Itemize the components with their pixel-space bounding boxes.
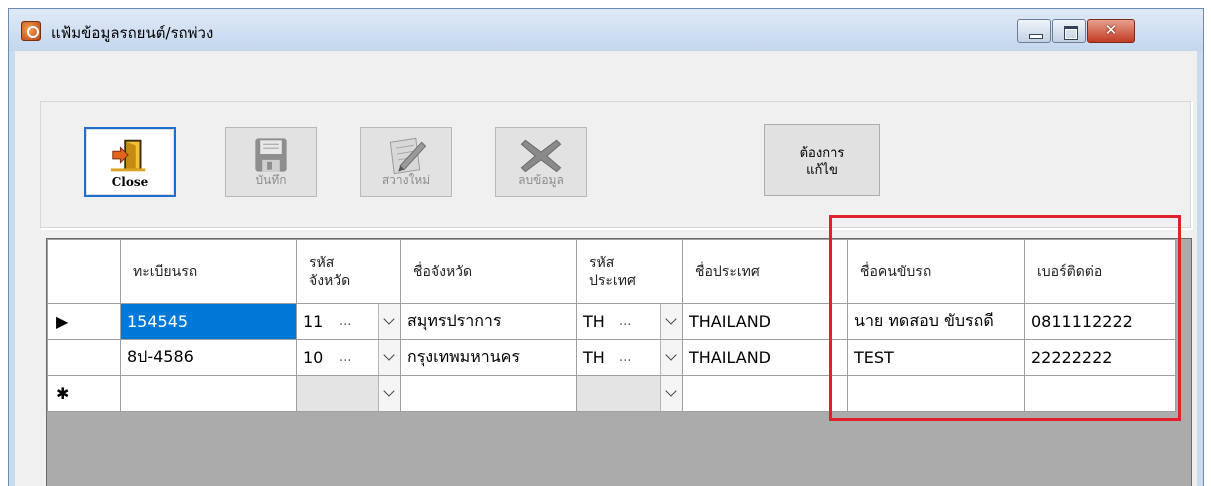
app-icon bbox=[21, 21, 41, 41]
col-header-plate[interactable]: ทะเบียนรถ bbox=[120, 239, 297, 304]
cell-country-name[interactable] bbox=[682, 375, 848, 412]
province-code-value: 10 bbox=[303, 348, 324, 367]
cell-plate[interactable] bbox=[120, 375, 297, 412]
grid-table: ทะเบียนรถ รหัส จังหวัด ชื่อจังหวัด รหัส … bbox=[47, 239, 1176, 412]
delete-x-icon bbox=[520, 139, 562, 173]
cell-phone[interactable] bbox=[1024, 375, 1176, 412]
col-header-country-code-line2: ประเทศ bbox=[589, 272, 636, 289]
row-indicator[interactable]: ▶ bbox=[47, 303, 121, 340]
cell-country-code[interactable] bbox=[576, 375, 683, 412]
country-code-ellipsis: ... bbox=[619, 350, 632, 365]
country-code-value: TH bbox=[583, 312, 605, 331]
province-code-value: 11 bbox=[303, 312, 324, 331]
cell-country-name[interactable]: THAILAND bbox=[682, 303, 848, 340]
cell-plate[interactable]: 154545 bbox=[120, 303, 297, 340]
chevron-down-icon[interactable] bbox=[378, 304, 400, 339]
close-button[interactable]: Close bbox=[84, 127, 176, 197]
chevron-down-icon[interactable] bbox=[378, 340, 400, 375]
row-indicator[interactable] bbox=[47, 339, 121, 376]
save-button[interactable]: บันทึก bbox=[225, 127, 317, 197]
col-header-country-code-line1: รหัส bbox=[589, 254, 615, 271]
col-header-province-code-line2: จังหวัด bbox=[309, 272, 351, 289]
close-button-label: Close bbox=[111, 175, 149, 189]
cell-country-name[interactable]: THAILAND bbox=[682, 339, 848, 376]
cell-driver[interactable]: นาย ทดสอบ ขับรถดี bbox=[847, 303, 1025, 340]
clear-button-label: สวางใหม่ bbox=[381, 173, 431, 187]
cell-province-name[interactable]: สมุทรปราการ bbox=[400, 303, 577, 340]
cell-province-name[interactable] bbox=[400, 375, 577, 412]
cell-country-code[interactable]: TH ... bbox=[576, 303, 683, 340]
minimize-button[interactable] bbox=[1017, 19, 1051, 43]
new-row-indicator[interactable]: ✱ bbox=[47, 375, 121, 412]
col-header-province-code[interactable]: รหัส จังหวัด bbox=[296, 239, 401, 304]
cell-driver[interactable]: TEST bbox=[847, 339, 1025, 376]
app-window: แฟ้มข้อมูลรถยนต์/รถพ่วง Close bbox=[8, 8, 1204, 486]
col-header-country-code[interactable]: รหัส ประเทศ bbox=[576, 239, 683, 304]
table-row: ▶ 154545 11 ... สมุทรปราการ TH ... THAIL… bbox=[47, 303, 1176, 340]
cell-country-code[interactable]: TH ... bbox=[576, 339, 683, 376]
col-header-province-name[interactable]: ชื่อจังหวัด bbox=[400, 239, 577, 304]
exit-door-icon bbox=[110, 139, 146, 172]
title-bar[interactable]: แฟ้มข้อมูลรถยนต์/รถพ่วง bbox=[9, 9, 1203, 51]
window-title: แฟ้มข้อมูลรถยนต์/รถพ่วง bbox=[51, 24, 214, 42]
cell-plate[interactable]: 8ป-4586 bbox=[120, 339, 297, 376]
toolbar-group: Close บันทึก สวางใหม่ ลบข้อมูล ต้องการ แ… bbox=[40, 101, 1192, 229]
chevron-down-icon[interactable] bbox=[378, 376, 400, 411]
edit-label-line2: แก้ไข bbox=[806, 163, 838, 178]
row-header-corner bbox=[47, 239, 121, 304]
chevron-down-icon[interactable] bbox=[660, 376, 682, 411]
province-code-ellipsis: ... bbox=[339, 314, 352, 329]
cell-province-code[interactable]: 10 ... bbox=[296, 339, 401, 376]
col-header-country-name[interactable]: ชื่อประเทศ bbox=[682, 239, 848, 304]
chevron-down-icon[interactable] bbox=[660, 304, 682, 339]
delete-button-label: ลบข้อมูล bbox=[518, 173, 564, 187]
country-code-ellipsis: ... bbox=[619, 314, 632, 329]
edit-label-line1: ต้องการ bbox=[799, 146, 845, 161]
chevron-down-icon[interactable] bbox=[660, 340, 682, 375]
pencil-paper-icon bbox=[389, 137, 427, 174]
delete-button[interactable]: ลบข้อมูล bbox=[495, 127, 587, 197]
edit-button[interactable]: ต้องการ แก้ไข bbox=[764, 124, 880, 196]
table-row: 8ป-4586 10 ... กรุงเทพมหานคร TH ... THAI… bbox=[47, 339, 1176, 376]
cell-province-code[interactable] bbox=[296, 375, 401, 412]
maximize-button[interactable] bbox=[1052, 19, 1086, 43]
edit-button-label: ต้องการ แก้ไข bbox=[765, 145, 879, 179]
grid-header-row: ทะเบียนรถ รหัส จังหวัด ชื่อจังหวัด รหัส … bbox=[47, 239, 1176, 304]
cell-province-name[interactable]: กรุงเทพมหานคร bbox=[400, 339, 577, 376]
country-code-value: TH bbox=[583, 348, 605, 367]
cell-driver[interactable] bbox=[847, 375, 1025, 412]
province-code-ellipsis: ... bbox=[339, 350, 352, 365]
col-header-driver[interactable]: ชื่อคนขับรถ bbox=[847, 239, 1025, 304]
cell-province-code[interactable]: 11 ... bbox=[296, 303, 401, 340]
clear-button[interactable]: สวางใหม่ bbox=[360, 127, 452, 197]
floppy-disk-icon bbox=[255, 138, 287, 172]
cell-phone[interactable]: 22222222 bbox=[1024, 339, 1176, 376]
cell-phone[interactable]: 0811112222 bbox=[1024, 303, 1176, 340]
form-client-area: Close บันทึก สวางใหม่ ลบข้อมูล ต้องการ แ… bbox=[15, 51, 1197, 486]
close-window-button[interactable] bbox=[1087, 19, 1135, 43]
table-row-new: ✱ bbox=[47, 375, 1176, 412]
col-header-province-code-line1: รหัส bbox=[309, 254, 335, 271]
save-button-label: บันทึก bbox=[255, 173, 287, 187]
col-header-phone[interactable]: เบอร์ติดต่อ bbox=[1024, 239, 1176, 304]
vehicle-data-grid[interactable]: ทะเบียนรถ รหัส จังหวัด ชื่อจังหวัด รหัส … bbox=[46, 238, 1192, 486]
